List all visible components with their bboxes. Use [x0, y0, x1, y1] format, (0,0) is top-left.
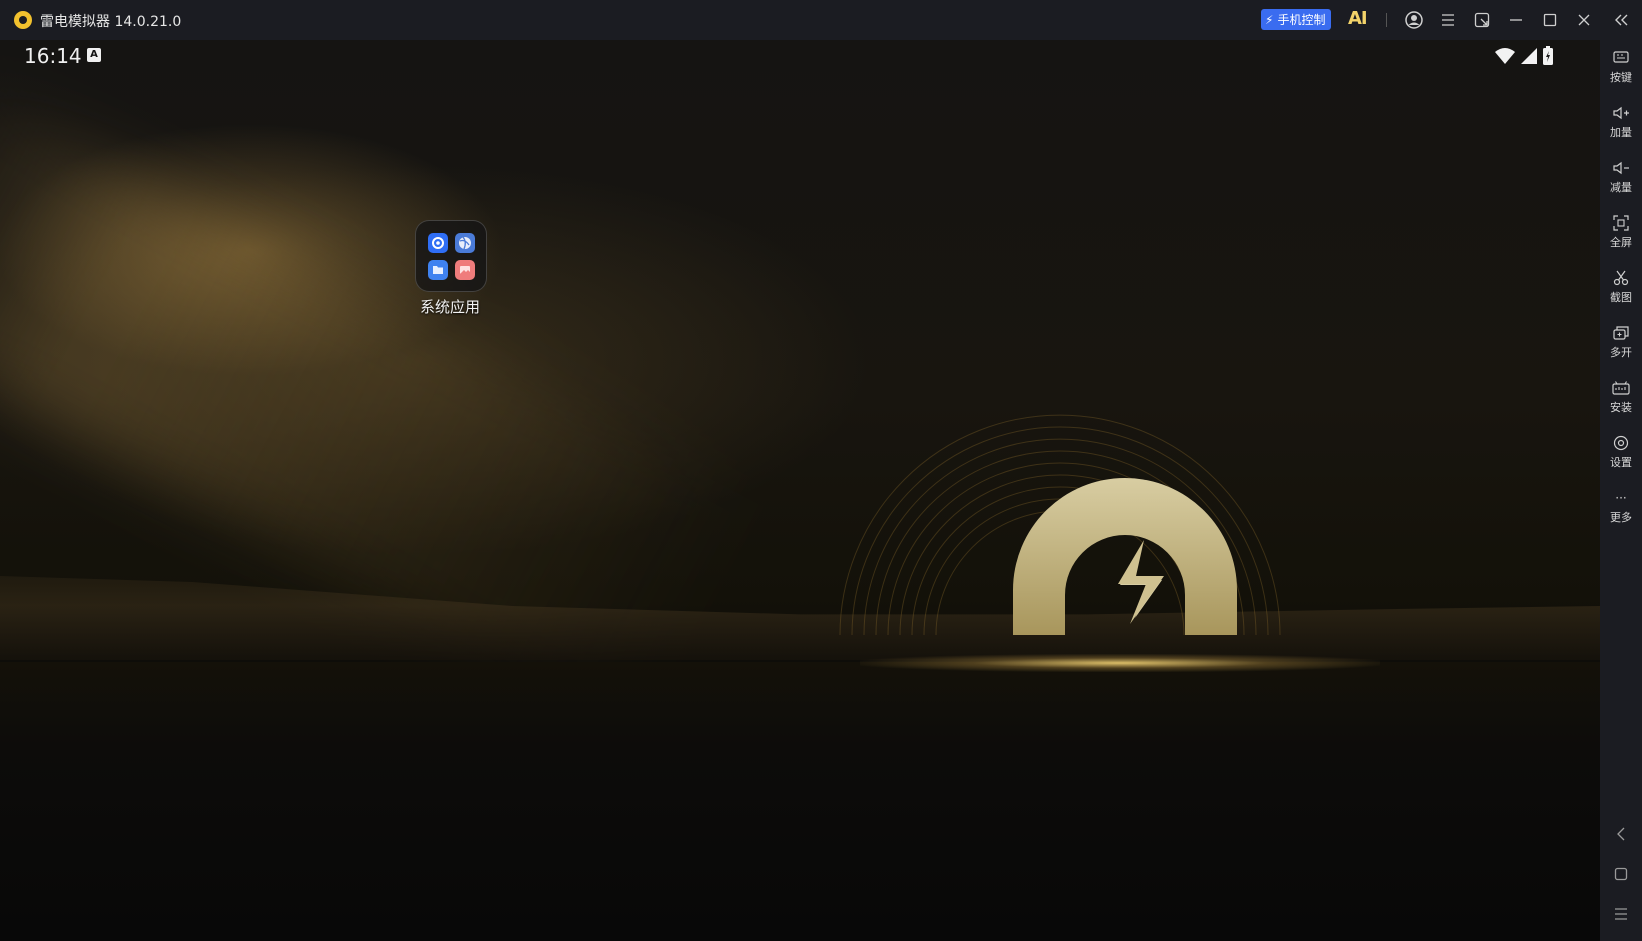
status-icons	[1494, 46, 1554, 66]
sidebar-item-label: 截图	[1610, 291, 1632, 304]
volume-down-icon	[1600, 158, 1642, 178]
gear-icon	[1600, 433, 1642, 453]
account-icon[interactable]	[1403, 9, 1425, 31]
collapse-sidebar-icon[interactable]	[1610, 9, 1632, 31]
sidebar-item-volume-down[interactable]: 减量	[1600, 158, 1642, 195]
android-screen[interactable]: 16:14 A 系统应用	[0, 40, 1600, 941]
home-nav-icon[interactable]	[1600, 862, 1642, 886]
browser-icon	[455, 233, 475, 253]
right-sidebar: 按键 加量 减量 全屏 截图 多开 安装 设置 ··· 更多	[1600, 40, 1642, 941]
sidebar-item-label: 安装	[1610, 401, 1632, 414]
sidebar-item-install[interactable]: 安装	[1600, 378, 1642, 415]
sidebar-item-label: 设置	[1610, 456, 1632, 469]
notification-icon: A	[87, 48, 101, 62]
sidebar-item-screenshot[interactable]: 截图	[1600, 268, 1642, 305]
system-apps-folder[interactable]	[415, 220, 487, 292]
minimize-icon[interactable]	[1505, 9, 1527, 31]
wifi-icon	[1495, 48, 1515, 64]
multi-instance-icon	[1600, 323, 1642, 343]
sidebar-item-keys[interactable]: 按键	[1600, 48, 1642, 85]
files-icon	[428, 260, 448, 280]
sidebar-item-fullscreen[interactable]: 全屏	[1600, 213, 1642, 250]
apk-install-icon	[1600, 378, 1642, 398]
app-title: 雷电模拟器 14.0.21.0	[40, 14, 182, 30]
lightning-icon: ⚡	[1265, 12, 1274, 27]
status-time: 16:14	[24, 44, 82, 68]
fullscreen-icon	[1600, 213, 1642, 233]
gallery-icon	[455, 260, 475, 280]
sidebar-item-label: 按键	[1610, 71, 1632, 84]
folder-label: 系统应用	[419, 298, 480, 316]
sidebar-item-more[interactable]: ··· 更多	[1600, 488, 1642, 525]
sidebar-item-settings[interactable]: 设置	[1600, 433, 1642, 470]
scissors-icon	[1600, 268, 1642, 288]
phone-control-button[interactable]: ⚡ 手机控制	[1261, 9, 1332, 30]
recents-nav-icon[interactable]	[1600, 902, 1642, 926]
mini-window-icon[interactable]	[1471, 9, 1493, 31]
volume-up-icon	[1600, 103, 1642, 123]
app-logo-icon	[14, 11, 32, 29]
keyboard-icon	[1600, 48, 1642, 68]
menu-icon[interactable]	[1437, 9, 1459, 31]
toolbar-divider	[1386, 13, 1387, 27]
sidebar-item-label: 减量	[1610, 181, 1632, 194]
wallpaper-logo-icon	[839, 414, 1281, 636]
battery-icon	[1543, 46, 1553, 65]
sidebar-item-label: 加量	[1610, 126, 1632, 139]
maximize-icon[interactable]	[1539, 9, 1561, 31]
phone-control-label: 手机控制	[1277, 13, 1326, 27]
more-icon: ···	[1615, 491, 1627, 505]
sidebar-item-label: 全屏	[1610, 236, 1632, 249]
sidebar-item-label: 多开	[1610, 346, 1632, 359]
settings-icon	[428, 233, 448, 253]
title-bar: 雷电模拟器 14.0.21.0 ⚡ 手机控制 AI	[0, 0, 1642, 40]
sidebar-item-volume-up[interactable]: 加量	[1600, 103, 1642, 140]
horizon-glow	[860, 654, 1380, 672]
ai-button[interactable]: AI	[1348, 8, 1368, 29]
back-nav-icon[interactable]	[1600, 822, 1642, 846]
sidebar-item-label: 更多	[1610, 511, 1632, 524]
close-icon[interactable]	[1573, 9, 1595, 31]
signal-icon	[1521, 48, 1537, 64]
sidebar-item-multi[interactable]: 多开	[1600, 323, 1642, 360]
